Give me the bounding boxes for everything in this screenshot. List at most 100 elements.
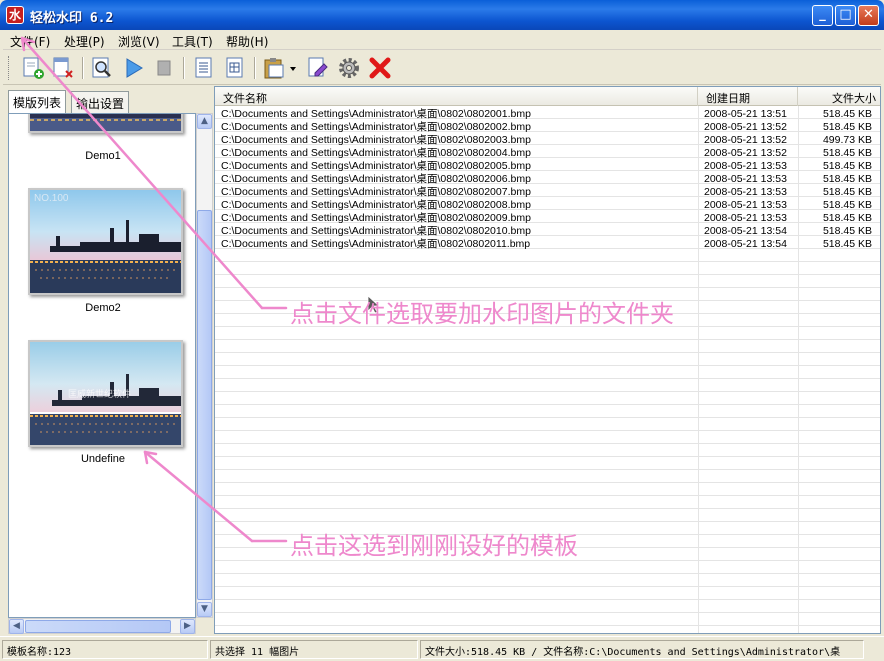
toolbar-grip[interactable]: [8, 56, 11, 80]
tab-output-settings[interactable]: 输出设置: [71, 91, 130, 113]
cell-size: 518.45 KB: [822, 186, 872, 198]
template-label: Undefine: [80, 453, 126, 465]
cell-date: 2008-05-21 13:51: [704, 108, 787, 120]
template-tabs: 模版列表 输出设置: [8, 90, 208, 113]
cell-date: 2008-05-21 13:52: [704, 121, 787, 133]
cell-size: 518.45 KB: [822, 238, 872, 250]
template-label: Demo2: [85, 302, 121, 314]
template-thumb-undefine[interactable]: 匡威新世纪软件: [28, 340, 183, 447]
watermark-text: NO.100: [34, 193, 69, 204]
stop-icon: [157, 60, 171, 76]
status-bar: 模板名称:123 共选择 11 幅图片 文件大小:518.45 KB / 文件名…: [0, 636, 884, 661]
column-header-filename[interactable]: 文件名称: [215, 87, 698, 106]
list-detail-icon: [226, 57, 243, 78]
preview-button[interactable]: [89, 55, 115, 81]
status-template-name: 模板名称:123: [2, 640, 208, 659]
cell-size: 518.45 KB: [822, 108, 872, 120]
menu-process[interactable]: 处理(P): [64, 33, 105, 50]
cell-filename: C:\Documents and Settings\Administrator\…: [221, 186, 531, 198]
cell-size: 518.45 KB: [822, 199, 872, 211]
maximize-button[interactable]: □: [835, 5, 856, 26]
tab-template-list[interactable]: 模版列表: [8, 90, 67, 113]
table-row[interactable]: C:\Documents and Settings\Administrator\…: [215, 238, 880, 251]
cell-filename: C:\Documents and Settings\Administrator\…: [221, 173, 531, 185]
settings-button[interactable]: [336, 55, 362, 81]
start-button[interactable]: [121, 55, 147, 81]
cell-date: 2008-05-21 13:52: [704, 147, 787, 159]
table-row[interactable]: C:\Documents and Settings\Administrator\…: [215, 160, 880, 173]
cell-date: 2008-05-21 13:54: [704, 238, 787, 250]
cell-date: 2008-05-21 13:53: [704, 160, 787, 172]
cell-size: 518.45 KB: [822, 147, 872, 159]
dropdown-icon: [290, 67, 296, 71]
cell-filename: C:\Documents and Settings\Administrator\…: [221, 238, 531, 250]
cell-date: 2008-05-21 13:52: [704, 134, 787, 146]
scroll-down-button[interactable]: ▼: [197, 602, 212, 617]
paste-dropdown-button[interactable]: [287, 55, 299, 81]
cell-filename: C:\Documents and Settings\Administrator\…: [221, 147, 531, 159]
remove-file-button[interactable]: [50, 55, 76, 81]
title-bar[interactable]: 水 轻松水印 6.2 _ □ ✕: [0, 0, 884, 30]
close-button[interactable]: ✕: [858, 5, 879, 26]
play-icon: [126, 58, 143, 78]
menu-tools[interactable]: 工具(T): [172, 33, 213, 50]
scroll-right-button[interactable]: ▶: [180, 619, 195, 634]
cell-size: 518.45 KB: [822, 225, 872, 237]
template-thumb-demo2[interactable]: NO.100: [28, 188, 183, 295]
cell-filename: C:\Documents and Settings\Administrator\…: [221, 121, 531, 133]
template-label: Demo1: [85, 150, 121, 162]
column-header-date[interactable]: 创建日期: [698, 87, 798, 106]
menu-browse[interactable]: 浏览(V): [118, 33, 160, 50]
watermark-text: 匡威新世纪软件: [68, 390, 132, 400]
scroll-thumb[interactable]: [25, 620, 171, 633]
table-row[interactable]: C:\Documents and Settings\Administrator\…: [215, 121, 880, 134]
table-row[interactable]: C:\Documents and Settings\Administrator\…: [215, 199, 880, 212]
cell-date: 2008-05-21 13:53: [704, 186, 787, 198]
menu-file[interactable]: 文件(F): [10, 33, 50, 50]
cell-date: 2008-05-21 13:53: [704, 212, 787, 224]
list-icon: [195, 57, 212, 78]
column-header-size[interactable]: 文件大小: [798, 87, 880, 106]
status-file-info: 文件大小:518.45 KB / 文件名称:C:\Documents and S…: [420, 640, 864, 659]
table-row[interactable]: C:\Documents and Settings\Administrator\…: [215, 147, 880, 160]
table-row[interactable]: C:\Documents and Settings\Administrator\…: [215, 225, 880, 238]
stop-button[interactable]: [151, 55, 177, 81]
template-horizontal-scrollbar[interactable]: ◀ ▶: [8, 618, 196, 634]
list-view-button[interactable]: [191, 55, 217, 81]
settings-gear-icon: [339, 58, 359, 78]
scroll-thumb[interactable]: [197, 210, 212, 600]
edit-template-button[interactable]: [305, 55, 331, 81]
template-list[interactable]: Demo1 NO.100 Demo2 匡威新世纪软件 Undefine: [8, 113, 196, 618]
table-row[interactable]: C:\Documents and Settings\Administrator\…: [215, 212, 880, 225]
cell-filename: C:\Documents and Settings\Administrator\…: [221, 225, 531, 237]
cell-size: 518.45 KB: [822, 212, 872, 224]
paste-button[interactable]: [261, 55, 287, 81]
menu-bar: 文件(F) 处理(P) 浏览(V) 工具(T) 帮助(H): [3, 30, 881, 50]
table-row[interactable]: C:\Documents and Settings\Administrator\…: [215, 108, 880, 121]
edit-icon: [308, 57, 328, 77]
scroll-up-button[interactable]: ▲: [197, 114, 212, 129]
template-thumb-demo1[interactable]: [28, 114, 183, 133]
menu-help[interactable]: 帮助(H): [226, 33, 268, 50]
exit-button[interactable]: [367, 55, 393, 81]
cell-filename: C:\Documents and Settings\Administrator\…: [221, 212, 531, 224]
preview-icon: [92, 57, 111, 78]
template-vertical-scrollbar[interactable]: ▲ ▼: [196, 113, 213, 618]
scroll-left-button[interactable]: ◀: [9, 619, 24, 634]
file-list-header: 文件名称 创建日期 文件大小: [215, 87, 880, 106]
table-row[interactable]: C:\Documents and Settings\Administrator\…: [215, 186, 880, 199]
add-folder-button[interactable]: [20, 55, 46, 81]
toolbar-separator: [183, 57, 185, 79]
cell-date: 2008-05-21 13:53: [704, 173, 787, 185]
template-panel: 模版列表 输出设置 Demo1 NO.100 Demo2 匡威新世纪软件 Und…: [3, 86, 213, 634]
table-row[interactable]: C:\Documents and Settings\Administrator\…: [215, 173, 880, 186]
detail-view-button[interactable]: [222, 55, 248, 81]
minimize-button[interactable]: _: [812, 5, 833, 26]
annotation-template-hint: 点击这选到刚刚设好的模板: [290, 532, 578, 560]
table-row[interactable]: C:\Documents and Settings\Administrator\…: [215, 134, 880, 147]
clipboard-icon: [264, 58, 284, 79]
delete-icon: [369, 57, 391, 79]
toolbar-separator: [254, 57, 256, 79]
app-icon: 水: [6, 6, 24, 24]
new-folder-icon: [23, 57, 44, 79]
